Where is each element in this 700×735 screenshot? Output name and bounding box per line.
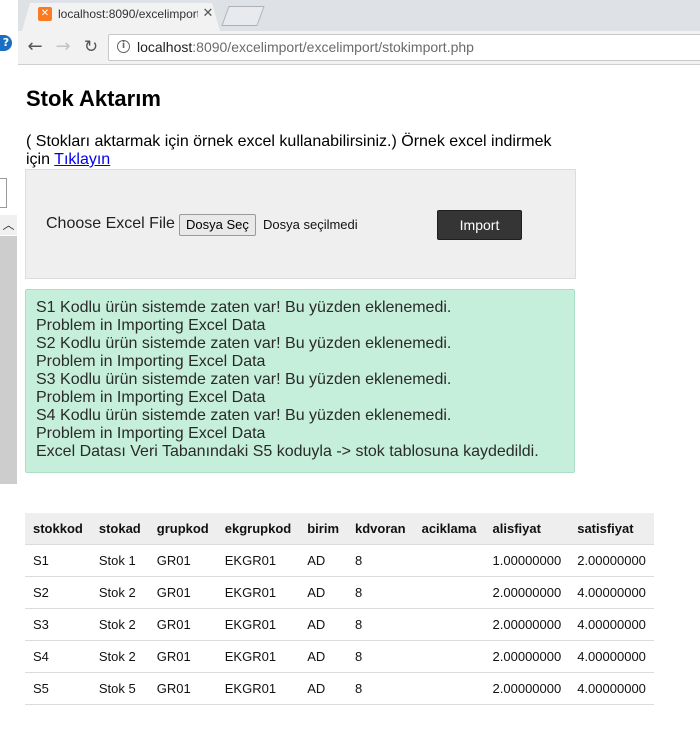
cell-stokkod: S5 [25, 672, 91, 705]
cell-alisfiyat: 2.00000000 [484, 608, 570, 641]
cell-alisfiyat: 2.00000000 [484, 576, 570, 609]
tab-strip: ✕ localhost:8090/excelimport ✕ [0, 0, 700, 31]
column-header-alisfiyat: alisfiyat [484, 513, 570, 545]
message-line: S4 Kodlu ürün sistemde zaten var! Bu yüz… [36, 407, 452, 424]
cell-stokad: Stok 1 [90, 544, 149, 577]
download-example-link[interactable]: Tıklayın [54, 151, 110, 168]
reload-icon[interactable]: ↻ [80, 36, 102, 58]
help-icon[interactable]: ? [0, 35, 12, 51]
table-row: S4 Stok 2 GR01 EKGR01 AD 8 2.00000000 4.… [25, 640, 654, 673]
forward-arrow-icon[interactable]: → [52, 36, 74, 58]
cell-satisfiyat: 4.00000000 [569, 640, 654, 673]
column-header-birim: birim [299, 513, 348, 545]
cell-stokad: Stok 2 [90, 640, 149, 673]
cell-stokkod: S2 [25, 576, 91, 609]
import-messages: S1 Kodlu ürün sistemde zaten var! Bu yüz… [25, 289, 575, 473]
new-tab-button[interactable] [221, 6, 265, 26]
chevron-up-icon[interactable]: ︿ [0, 215, 17, 235]
cell-birim: AD [299, 608, 348, 641]
cell-stokkod: S4 [25, 640, 91, 673]
close-icon[interactable]: ✕ [201, 5, 215, 23]
cell-birim: AD [299, 672, 348, 705]
message-line: Excel Datası Veri Tabanındaki S5 koduyla… [36, 443, 539, 460]
message-line: Problem in Importing Excel Data [36, 317, 266, 334]
cell-ekgrupkod: EKGR01 [216, 544, 300, 577]
cell-grupkod: GR01 [148, 544, 217, 577]
cell-satisfiyat: 2.00000000 [569, 544, 654, 577]
cell-kdvoran: 8 [347, 640, 414, 673]
message-line: Problem in Importing Excel Data [36, 389, 266, 406]
table-row: S5 Stok 5 GR01 EKGR01 AD 8 2.00000000 4.… [25, 672, 654, 705]
address-bar[interactable]: i localhost:8090/excelimport/excelimport… [108, 34, 700, 61]
cell-stokkod: S3 [25, 608, 91, 641]
file-status: Dosya seçilmedi [263, 217, 358, 232]
url-path: :8090/excelimport/excelimport/stokimport… [192, 39, 474, 55]
cell-alisfiyat: 2.00000000 [484, 640, 570, 673]
cell-aciklama [413, 640, 485, 673]
cell-satisfiyat: 4.00000000 [569, 608, 654, 641]
xampp-icon: ✕ [38, 7, 52, 21]
table-row: S1 Stok 1 GR01 EKGR01 AD 8 1.00000000 2.… [25, 544, 654, 577]
cell-grupkod: GR01 [148, 576, 217, 609]
background-window-edge: ? ︿ [0, 0, 18, 735]
cell-stokad: Stok 2 [90, 576, 149, 609]
info-icon[interactable]: i [117, 40, 130, 53]
cell-birim: AD [299, 576, 348, 609]
cell-stokad: Stok 2 [90, 608, 149, 641]
column-header-satisfiyat: satisfiyat [569, 513, 654, 545]
cell-grupkod: GR01 [148, 672, 217, 705]
cell-ekgrupkod: EKGR01 [216, 672, 300, 705]
cell-aciklama [413, 544, 485, 577]
file-label: Choose Excel File [46, 215, 175, 232]
cell-kdvoran: 8 [347, 672, 414, 705]
background-input-edge [0, 178, 7, 208]
cell-kdvoran: 8 [347, 544, 414, 577]
cell-ekgrupkod: EKGR01 [216, 576, 300, 609]
scrollbar-track[interactable] [0, 236, 17, 484]
tab-title: localhost:8090/excelimport [58, 7, 198, 21]
message-line: S2 Kodlu ürün sistemde zaten var! Bu yüz… [36, 335, 452, 352]
cell-ekgrupkod: EKGR01 [216, 640, 300, 673]
column-header-grupkod: grupkod [148, 513, 217, 545]
column-header-kdvoran: kdvoran [347, 513, 414, 545]
column-header-stokkod: stokkod [25, 513, 91, 545]
table-row: S3 Stok 2 GR01 EKGR01 AD 8 2.00000000 4.… [25, 608, 654, 641]
import-button[interactable]: Import [437, 210, 522, 240]
cell-birim: AD [299, 544, 348, 577]
cell-alisfiyat: 1.00000000 [484, 544, 570, 577]
column-header-ekgrupkod: ekgrupkod [216, 513, 300, 545]
url-text[interactable]: localhost:8090/excelimport/excelimport/s… [137, 39, 474, 56]
cell-aciklama [413, 672, 485, 705]
column-header-stokad: stokad [90, 513, 149, 545]
table-row: S2 Stok 2 GR01 EKGR01 AD 8 2.00000000 4.… [25, 576, 654, 609]
cell-ekgrupkod: EKGR01 [216, 608, 300, 641]
message-line: Problem in Importing Excel Data [36, 353, 266, 370]
message-line: S3 Kodlu ürün sistemde zaten var! Bu yüz… [36, 371, 452, 388]
stock-table: stokkod stokad grupkod ekgrupkod birim k… [25, 513, 654, 705]
cell-satisfiyat: 4.00000000 [569, 672, 654, 705]
cell-kdvoran: 8 [347, 576, 414, 609]
cell-satisfiyat: 4.00000000 [569, 576, 654, 609]
cell-kdvoran: 8 [347, 608, 414, 641]
table-header-row: stokkod stokad grupkod ekgrupkod birim k… [25, 513, 654, 545]
column-header-aciklama: aciklama [413, 513, 485, 545]
intro-text: ( Stokları aktarmak için örnek excel kul… [26, 133, 566, 169]
cell-birim: AD [299, 640, 348, 673]
cell-aciklama [413, 608, 485, 641]
message-line: Problem in Importing Excel Data [36, 425, 266, 442]
message-line: S1 Kodlu ürün sistemde zaten var! Bu yüz… [36, 299, 452, 316]
cell-grupkod: GR01 [148, 608, 217, 641]
cell-stokad: Stok 5 [90, 672, 149, 705]
cell-grupkod: GR01 [148, 640, 217, 673]
url-host: localhost [137, 39, 193, 55]
cell-aciklama [413, 576, 485, 609]
choose-file-button[interactable]: Dosya Seç [179, 214, 256, 236]
browser-chrome: ✕ localhost:8090/excelimport ✕ ← → ↻ i l… [0, 0, 700, 65]
page-title: Stok Aktarım [26, 86, 161, 111]
cell-alisfiyat: 2.00000000 [484, 672, 570, 705]
cell-stokkod: S1 [25, 544, 91, 577]
upload-panel: Choose Excel File Dosya Seç Dosya seçilm… [25, 169, 576, 279]
back-arrow-icon[interactable]: ← [24, 36, 46, 58]
